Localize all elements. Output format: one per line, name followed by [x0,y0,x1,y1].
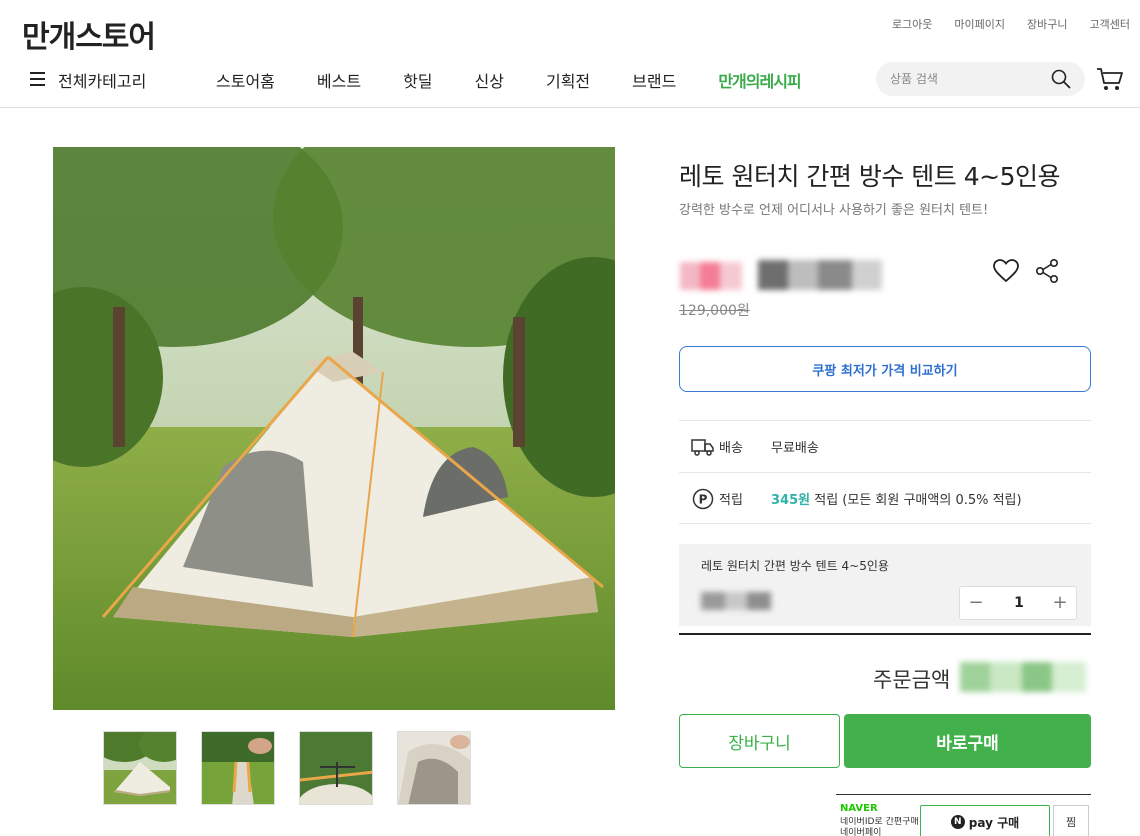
quantity-decrease-button[interactable]: − [962,592,990,616]
shipping-value: 무료배송 [771,441,819,456]
search-icon[interactable] [1051,69,1071,89]
customer-center-link[interactable]: 고객센터 [1090,16,1130,32]
menu-bar: 스토어홈 베스트 핫딜 신상 기획전 브랜드 만개의레시피 [216,68,843,92]
npay-n-icon: N [950,815,965,829]
product-title: 레토 원터치 간편 방수 텐트 4~5인용 [679,162,1061,191]
truck-icon [691,439,714,456]
total-label: 주문금액 [873,668,951,692]
original-price: 129,000원 [679,303,750,319]
store-logo[interactable]: 만개스토어 [22,12,156,56]
thumbnail-1[interactable] [103,731,177,805]
quantity-stepper: − 1 + [959,586,1077,620]
search-box [876,62,1085,96]
total-price-redacted [960,662,1086,692]
all-categories-link[interactable]: 전체카테고리 [58,68,146,92]
nav-item-recipe[interactable]: 만개의레시피 [718,68,801,92]
quantity-value[interactable]: 1 [1004,595,1034,611]
cart-link[interactable]: 장바구니 [1027,16,1067,32]
selected-option-box: 레토 원터치 간편 방수 텐트 4~5인용 − 1 + [679,544,1091,626]
thumbnail-list [103,731,471,805]
price-compare-button[interactable]: 쿠팡 최저가 가격 비교하기 [679,346,1091,392]
discount-rate-redacted [680,262,742,290]
thumbnail-3[interactable] [299,731,373,805]
svg-text:P: P [699,493,708,507]
npay-divider [836,794,1091,795]
mypage-link[interactable]: 마이페이지 [954,16,1005,32]
points-icon: P [692,488,714,510]
thumbnail-4[interactable] [397,731,471,805]
thumbnail-2[interactable] [201,731,275,805]
nav-item-promotion[interactable]: 기획전 [546,68,590,92]
nav-item-store-home[interactable]: 스토어홈 [216,68,275,92]
npay-buy-button[interactable]: N pay 구매 [920,805,1050,836]
naver-logo: NAVER [840,803,878,814]
option-price-redacted [701,592,771,610]
hamburger-icon[interactable] [30,72,45,86]
points-label: 적립 [719,493,743,508]
share-icon[interactable] [1034,258,1060,284]
add-to-cart-button[interactable]: 장바구니 [679,714,840,768]
npay-buy-label: pay 구매 [968,815,1020,830]
nav-item-best[interactable]: 베스트 [317,68,361,92]
zzim-button[interactable]: 찜 [1053,805,1089,836]
product-subtitle: 강력한 방수로 언제 어디서나 사용하기 좋은 원터치 텐트! [679,203,989,218]
naver-description: 네이버ID로 간편구매 네이버페이 [840,817,919,836]
option-name: 레토 원터치 간편 방수 텐트 4~5인용 [701,559,889,573]
shipping-row: 배송 무료배송 [679,420,1091,472]
main-nav: 전체카테고리 스토어홈 베스트 핫딜 신상 기획전 브랜드 만개의레시피 [0,58,1140,108]
nav-item-hotdeal[interactable]: 핫딜 [403,68,432,92]
shipping-label: 배송 [719,441,743,456]
points-amount: 345원 [771,493,811,508]
points-row: P 적립 345원 적립 (모든 회원 구매액의 0.5% 적립) [679,472,1091,524]
points-description: 적립 (모든 회원 구매액의 0.5% 적립) [810,493,1022,508]
product-main-image [53,147,615,710]
nav-item-new[interactable]: 신상 [475,68,504,92]
logout-link[interactable]: 로그아웃 [892,16,932,32]
buy-now-button[interactable]: 바로구매 [844,714,1091,768]
search-input[interactable] [890,68,1040,90]
points-value: 345원 적립 (모든 회원 구매액의 0.5% 적립) [771,489,1022,508]
heart-icon[interactable] [992,258,1020,284]
quantity-increase-button[interactable]: + [1046,592,1074,616]
nav-item-brand[interactable]: 브랜드 [632,68,676,92]
sale-price-redacted [758,260,882,290]
cart-icon[interactable] [1096,66,1124,92]
utility-links: 로그아웃 마이페이지 장바구니 고객센터 [892,16,1130,32]
total-divider [679,633,1091,635]
